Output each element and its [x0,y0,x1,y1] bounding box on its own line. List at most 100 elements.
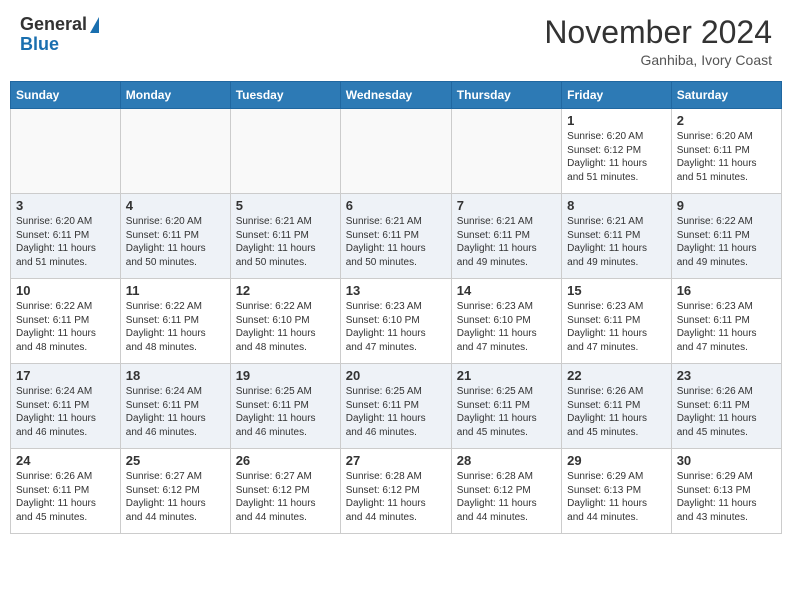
calendar-cell: 10Sunrise: 6:22 AM Sunset: 6:11 PM Dayli… [11,279,121,364]
day-info: Sunrise: 6:22 AM Sunset: 6:11 PM Dayligh… [126,300,225,354]
weekday-header-wednesday: Wednesday [340,82,451,109]
day-info: Sunrise: 6:20 AM Sunset: 6:11 PM Dayligh… [126,215,225,269]
day-info: Sunrise: 6:21 AM Sunset: 6:11 PM Dayligh… [236,215,335,269]
calendar-cell: 5 Sunrise: 6:21 AM Sunset: 6:11 PM Daylig… [230,194,340,279]
calendar-cell [451,109,561,194]
weekday-header-thursday: Thursday [451,82,561,109]
calendar-table: SundayMondayTuesdayWednesdayThursdayFrid… [10,81,782,534]
day-info: Sunrise: 6:25 AM Sunset: 6:11 PM Dayligh… [457,385,556,439]
day-number: 27 [346,453,446,468]
week-row-1: 1 Sunrise: 6:20 AM Sunset: 6:12 PM Daylig… [11,109,782,194]
calendar-cell: 6 Sunrise: 6:21 AM Sunset: 6:11 PM Daylig… [340,194,451,279]
day-info: Sunrise: 6:27 AM Sunset: 6:12 PM Dayligh… [126,470,225,524]
weekday-header-saturday: Saturday [671,82,781,109]
calendar-cell: 27 Sunrise: 6:28 AM Sunset: 6:12 PM Dayli… [340,449,451,534]
day-number: 9 [677,198,776,213]
calendar-cell: 11Sunrise: 6:22 AM Sunset: 6:11 PM Dayli… [120,279,230,364]
day-info: Sunrise: 6:26 AM Sunset: 6:11 PM Dayligh… [567,385,666,439]
calendar-cell: 8 Sunrise: 6:21 AM Sunset: 6:11 PM Daylig… [562,194,672,279]
day-number: 5 [236,198,335,213]
day-info: Sunrise: 6:22 AM Sunset: 6:11 PM Dayligh… [677,215,776,269]
day-info: Sunrise: 6:26 AM Sunset: 6:11 PM Dayligh… [16,470,115,524]
day-number: 14 [457,283,556,298]
day-number: 17 [16,368,115,383]
weekday-header-sunday: Sunday [11,82,121,109]
calendar-cell: 7Sunrise: 6:21 AM Sunset: 6:11 PM Daylig… [451,194,561,279]
day-info: Sunrise: 6:27 AM Sunset: 6:12 PM Dayligh… [236,470,335,524]
calendar-cell [11,109,121,194]
calendar-cell: 12 Sunrise: 6:22 AM Sunset: 6:10 PM Dayli… [230,279,340,364]
day-info: Sunrise: 6:22 AM Sunset: 6:10 PM Dayligh… [236,300,335,354]
day-info: Sunrise: 6:23 AM Sunset: 6:10 PM Dayligh… [346,300,446,354]
calendar-cell: 1 Sunrise: 6:20 AM Sunset: 6:12 PM Daylig… [562,109,672,194]
calendar-cell [340,109,451,194]
day-info: Sunrise: 6:24 AM Sunset: 6:11 PM Dayligh… [126,385,225,439]
day-info: Sunrise: 6:21 AM Sunset: 6:11 PM Dayligh… [567,215,666,269]
week-row-5: 24 Sunrise: 6:26 AM Sunset: 6:11 PM Dayli… [11,449,782,534]
day-number: 22 [567,368,666,383]
calendar-cell: 16 Sunrise: 6:23 AM Sunset: 6:11 PM Dayli… [671,279,781,364]
day-info: Sunrise: 6:20 AM Sunset: 6:11 PM Dayligh… [16,215,115,269]
day-info: Sunrise: 6:26 AM Sunset: 6:11 PM Dayligh… [677,385,776,439]
weekday-header-row: SundayMondayTuesdayWednesdayThursdayFrid… [11,82,782,109]
calendar-cell: 23 Sunrise: 6:26 AM Sunset: 6:11 PM Dayli… [671,364,781,449]
day-number: 6 [346,198,446,213]
logo-blue-text: Blue [20,34,59,54]
week-row-3: 10Sunrise: 6:22 AM Sunset: 6:11 PM Dayli… [11,279,782,364]
calendar-cell: 26Sunrise: 6:27 AM Sunset: 6:12 PM Dayli… [230,449,340,534]
title-area: November 2024 Ganhiba, Ivory Coast [544,15,772,68]
day-number: 1 [567,113,666,128]
day-number: 13 [346,283,446,298]
day-info: Sunrise: 6:28 AM Sunset: 6:12 PM Dayligh… [457,470,556,524]
logo-triangle-icon [90,17,99,33]
calendar-cell: 3 Sunrise: 6:20 AM Sunset: 6:11 PM Daylig… [11,194,121,279]
logo-general-text: General [20,15,87,35]
calendar-cell: 28Sunrise: 6:28 AM Sunset: 6:12 PM Dayli… [451,449,561,534]
day-info: Sunrise: 6:22 AM Sunset: 6:11 PM Dayligh… [16,300,115,354]
calendar-body: 1 Sunrise: 6:20 AM Sunset: 6:12 PM Daylig… [11,109,782,534]
weekday-header-friday: Friday [562,82,672,109]
day-number: 20 [346,368,446,383]
location-subtitle: Ganhiba, Ivory Coast [544,52,772,68]
month-title: November 2024 [544,15,772,50]
day-number: 29 [567,453,666,468]
calendar-cell: 14 Sunrise: 6:23 AM Sunset: 6:10 PM Dayli… [451,279,561,364]
week-row-2: 3 Sunrise: 6:20 AM Sunset: 6:11 PM Daylig… [11,194,782,279]
weekday-header-tuesday: Tuesday [230,82,340,109]
day-number: 30 [677,453,776,468]
day-number: 25 [126,453,225,468]
calendar-cell: 24 Sunrise: 6:26 AM Sunset: 6:11 PM Dayli… [11,449,121,534]
calendar-cell: 25 Sunrise: 6:27 AM Sunset: 6:12 PM Dayli… [120,449,230,534]
day-info: Sunrise: 6:23 AM Sunset: 6:11 PM Dayligh… [677,300,776,354]
day-info: Sunrise: 6:20 AM Sunset: 6:11 PM Dayligh… [677,130,776,184]
calendar-cell: 20 Sunrise: 6:25 AM Sunset: 6:11 PM Dayli… [340,364,451,449]
day-info: Sunrise: 6:25 AM Sunset: 6:11 PM Dayligh… [236,385,335,439]
day-number: 8 [567,198,666,213]
day-info: Sunrise: 6:21 AM Sunset: 6:11 PM Dayligh… [346,215,446,269]
day-info: Sunrise: 6:25 AM Sunset: 6:11 PM Dayligh… [346,385,446,439]
day-number: 12 [236,283,335,298]
page-header: General Blue November 2024 Ganhiba, Ivor… [10,10,782,73]
day-number: 16 [677,283,776,298]
calendar-cell: 21 Sunrise: 6:25 AM Sunset: 6:11 PM Dayli… [451,364,561,449]
calendar-cell: 17Sunrise: 6:24 AM Sunset: 6:11 PM Dayli… [11,364,121,449]
calendar-cell: 2Sunrise: 6:20 AM Sunset: 6:11 PM Daylig… [671,109,781,194]
calendar-cell: 30 Sunrise: 6:29 AM Sunset: 6:13 PM Dayli… [671,449,781,534]
day-number: 7 [457,198,556,213]
calendar-cell: 13 Sunrise: 6:23 AM Sunset: 6:10 PM Dayli… [340,279,451,364]
day-number: 24 [16,453,115,468]
day-info: Sunrise: 6:23 AM Sunset: 6:10 PM Dayligh… [457,300,556,354]
calendar-cell: 4Sunrise: 6:20 AM Sunset: 6:11 PM Daylig… [120,194,230,279]
day-info: Sunrise: 6:29 AM Sunset: 6:13 PM Dayligh… [677,470,776,524]
calendar-cell: 19Sunrise: 6:25 AM Sunset: 6:11 PM Dayli… [230,364,340,449]
day-info: Sunrise: 6:29 AM Sunset: 6:13 PM Dayligh… [567,470,666,524]
day-number: 23 [677,368,776,383]
day-info: Sunrise: 6:23 AM Sunset: 6:11 PM Dayligh… [567,300,666,354]
calendar-header: SundayMondayTuesdayWednesdayThursdayFrid… [11,82,782,109]
day-info: Sunrise: 6:28 AM Sunset: 6:12 PM Dayligh… [346,470,446,524]
calendar-cell [230,109,340,194]
day-number: 21 [457,368,556,383]
day-info: Sunrise: 6:20 AM Sunset: 6:12 PM Dayligh… [567,130,666,184]
week-row-4: 17 Sunrise: 6:24 AM Sunset: 6:11 PM Dayli… [11,364,782,449]
day-number: 3 [16,198,115,213]
